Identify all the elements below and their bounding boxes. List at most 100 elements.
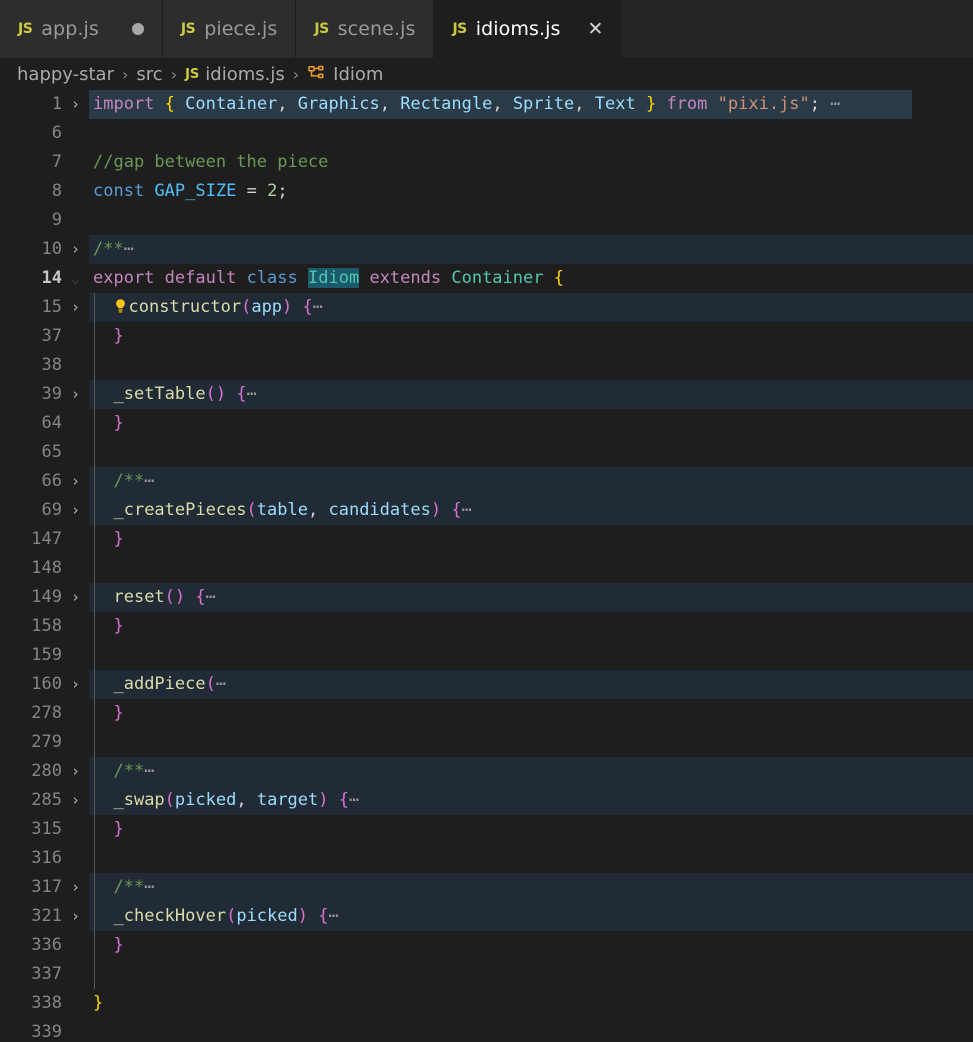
fold-gutter-empty bbox=[62, 554, 89, 583]
line-number-65[interactable]: 65 bbox=[0, 438, 62, 467]
code-token: picked bbox=[236, 906, 298, 926]
code-editor[interactable]: 1 › import { Container, Graphics, Rectangl… bbox=[0, 90, 973, 1042]
code-token: /** bbox=[113, 471, 145, 491]
close-tab-icon[interactable]: ✕ bbox=[588, 19, 604, 39]
line-number-316[interactable]: 316 bbox=[0, 844, 62, 873]
line-number-37[interactable]: 37 bbox=[0, 322, 62, 351]
fold-gutter-empty bbox=[62, 177, 89, 206]
fold-gutter-empty bbox=[62, 612, 89, 641]
line-number-1[interactable]: 1 bbox=[0, 90, 62, 119]
breadcrumb-item-happy-star[interactable]: happy-star bbox=[17, 64, 114, 85]
fold-collapsed-icon[interactable]: › bbox=[62, 873, 89, 902]
fold-collapsed-icon[interactable]: › bbox=[62, 496, 89, 525]
line-number-278[interactable]: 278 bbox=[0, 699, 62, 728]
code-token: ( bbox=[246, 500, 257, 520]
code-token: , bbox=[379, 94, 390, 114]
code-token: _setTable bbox=[113, 384, 206, 404]
line-number-315[interactable]: 315 bbox=[0, 815, 62, 844]
line-number-317[interactable]: 317 bbox=[0, 873, 62, 902]
fold-collapsed-icon[interactable]: › bbox=[62, 380, 89, 409]
line-number-149[interactable]: 149 bbox=[0, 583, 62, 612]
code-line-content: _addPiece(⋯ bbox=[89, 670, 973, 699]
line-number-160[interactable]: 160 bbox=[0, 670, 62, 699]
code-token: () bbox=[205, 384, 227, 404]
line-number-338[interactable]: 338 bbox=[0, 989, 62, 1018]
line-number-336[interactable]: 336 bbox=[0, 931, 62, 960]
line-number-9[interactable]: 9 bbox=[0, 206, 62, 235]
code-line-content bbox=[89, 206, 973, 235]
code-line-content bbox=[89, 119, 973, 148]
line-number-148[interactable]: 148 bbox=[0, 554, 62, 583]
code-line-content: /**⋯ bbox=[89, 873, 973, 902]
fold-collapsed-icon[interactable]: › bbox=[62, 235, 89, 264]
line-number-337[interactable]: 337 bbox=[0, 960, 62, 989]
breadcrumb-separator: › bbox=[122, 64, 129, 84]
fold-collapsed-icon[interactable]: › bbox=[62, 293, 89, 322]
line-number-6[interactable]: 6 bbox=[0, 119, 62, 148]
line-number-64[interactable]: 64 bbox=[0, 409, 62, 438]
code-line: 158 } bbox=[0, 612, 973, 641]
line-number-15[interactable]: 15 bbox=[0, 293, 62, 322]
line-number-339[interactable]: 339 bbox=[0, 1018, 62, 1042]
editor-tab-app-js[interactable]: JS app.js bbox=[0, 0, 163, 58]
breadcrumb-item-src[interactable]: src bbox=[136, 64, 162, 85]
code-line: 15 › constructor(app) {⋯ bbox=[0, 293, 973, 322]
fold-collapsed-icon[interactable]: › bbox=[62, 467, 89, 496]
code-line-content: /**⋯ bbox=[89, 235, 973, 264]
code-line: 339 bbox=[0, 1018, 973, 1042]
fold-collapsed-icon[interactable]: › bbox=[62, 786, 89, 815]
code-line-content: _swap(picked, target) {⋯ bbox=[89, 786, 973, 815]
line-number-14[interactable]: 14 bbox=[0, 264, 62, 293]
line-number-38[interactable]: 38 bbox=[0, 351, 62, 380]
editor-tab-scene-js[interactable]: JS scene.js bbox=[296, 0, 435, 58]
line-number-280[interactable]: 280 bbox=[0, 757, 62, 786]
editor-tab-bar: JS app.js JS piece.js JS scene.js JS idioms.js ✕ bbox=[0, 0, 973, 58]
line-number-7[interactable]: 7 bbox=[0, 148, 62, 177]
code-token: /** bbox=[113, 761, 145, 781]
code-line-content: } bbox=[89, 612, 973, 641]
fold-collapsed-icon[interactable]: › bbox=[62, 757, 89, 786]
fold-gutter-empty bbox=[62, 989, 89, 1018]
code-token: from bbox=[666, 94, 708, 114]
line-number-158[interactable]: 158 bbox=[0, 612, 62, 641]
line-number-279[interactable]: 279 bbox=[0, 728, 62, 757]
code-token: } bbox=[645, 94, 657, 114]
line-number-66[interactable]: 66 bbox=[0, 467, 62, 496]
code-line-content: /**⋯ bbox=[89, 467, 973, 496]
line-number-285[interactable]: 285 bbox=[0, 786, 62, 815]
code-token: Rectangle bbox=[400, 94, 493, 114]
code-token: Graphics bbox=[297, 94, 380, 114]
line-number-147[interactable]: 147 bbox=[0, 525, 62, 554]
code-token: default bbox=[164, 268, 237, 288]
unsaved-changes-dot[interactable] bbox=[131, 23, 144, 35]
editor-tab-piece-js[interactable]: JS piece.js bbox=[162, 0, 297, 58]
line-number-159[interactable]: 159 bbox=[0, 641, 62, 670]
fold-gutter-empty bbox=[62, 148, 89, 177]
line-number-321[interactable]: 321 bbox=[0, 902, 62, 931]
line-number-69[interactable]: 69 bbox=[0, 496, 62, 525]
code-token: "pixi.js" bbox=[717, 94, 810, 114]
line-number-10[interactable]: 10 bbox=[0, 235, 62, 264]
code-token: , bbox=[574, 94, 585, 114]
line-number-8[interactable]: 8 bbox=[0, 177, 62, 206]
fold-collapsed-icon[interactable]: › bbox=[62, 902, 89, 931]
code-line-content: } bbox=[89, 409, 973, 438]
breadcrumb-item-idioms-js[interactable]: JS idioms.js bbox=[185, 64, 285, 85]
lightbulb-icon[interactable] bbox=[113, 298, 128, 315]
fold-collapsed-icon[interactable]: › bbox=[62, 670, 89, 699]
breadcrumb-item-Idiom[interactable]: Idiom bbox=[307, 64, 383, 85]
fold-collapsed-icon[interactable]: › bbox=[62, 583, 89, 612]
code-line-content bbox=[89, 1018, 973, 1042]
line-number-39[interactable]: 39 bbox=[0, 380, 62, 409]
code-token: ⋯ bbox=[461, 500, 472, 520]
code-line-content: export default class Idiom extends Conta… bbox=[89, 264, 973, 293]
code-line-content: _checkHover(picked) {⋯ bbox=[89, 902, 973, 931]
editor-tab-idioms-js[interactable]: JS idioms.js ✕ bbox=[434, 0, 623, 58]
fold-expanded-icon[interactable]: ⌄ bbox=[62, 264, 89, 293]
fold-collapsed-icon[interactable]: › bbox=[62, 90, 89, 119]
